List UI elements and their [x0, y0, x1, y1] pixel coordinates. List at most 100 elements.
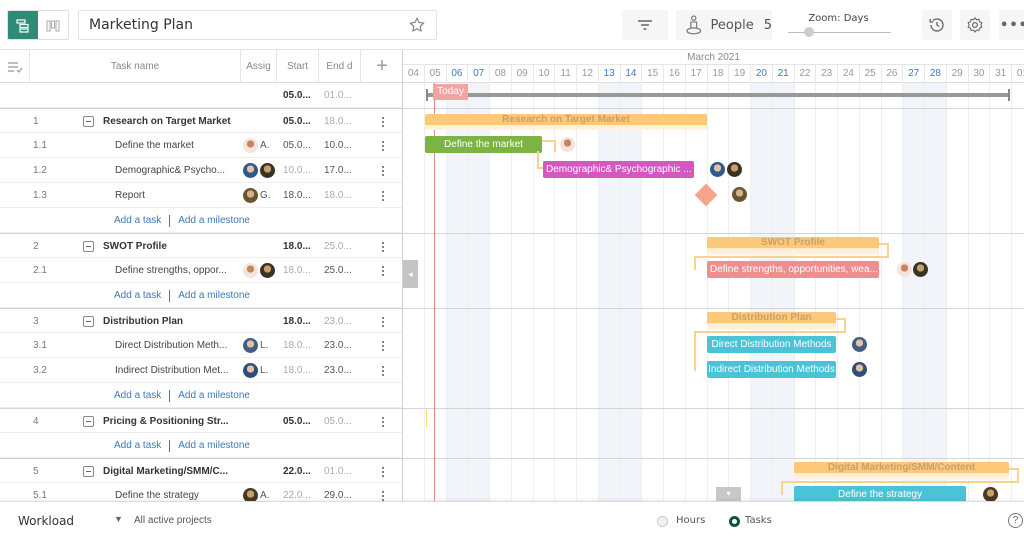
- row-menu-button[interactable]: [378, 358, 388, 383]
- row-menu-button[interactable]: [378, 133, 388, 158]
- project-bar[interactable]: Digital Marketing/SMM/Content: [794, 462, 1009, 473]
- zoom-slider-handle[interactable]: [804, 27, 814, 37]
- add-task-link[interactable]: Add a task: [114, 215, 161, 226]
- task-row[interactable]: 5.1 Define the strategy A. 22.0... 29.0.…: [0, 483, 402, 501]
- task-row[interactable]: 3.1 Direct Distribution Meth... L. 18.0.…: [0, 333, 402, 358]
- history-button[interactable]: [922, 10, 952, 40]
- day-column: [729, 83, 751, 501]
- tasks-radio[interactable]: [729, 516, 740, 527]
- row-number: 2: [33, 241, 39, 252]
- row-menu-button[interactable]: [378, 258, 388, 283]
- task-bar[interactable]: Define the market: [425, 136, 542, 153]
- task-bar[interactable]: Define the strategy: [794, 486, 966, 501]
- task-row[interactable]: 1.2 Demographic& Psycho... 10.0... 17.0.…: [0, 158, 402, 183]
- project-row[interactable]: 1 Research on Target Market 05.0... 18.0…: [0, 108, 402, 134]
- row-menu-button[interactable]: [378, 309, 388, 334]
- avatar: [243, 263, 258, 278]
- project-row[interactable]: 3 Distribution Plan 18.0... 23.0...: [0, 308, 402, 334]
- task-name: Define strengths, oppor...: [115, 265, 227, 276]
- task-bar[interactable]: Indirect Distribution Methods: [707, 361, 836, 378]
- add-row: Add a task Add a milestone: [0, 208, 402, 233]
- avatar: [727, 162, 742, 177]
- row-menu-button[interactable]: [378, 333, 388, 358]
- collapse-icon[interactable]: [83, 416, 94, 427]
- collapse-icon[interactable]: [83, 241, 94, 252]
- hours-radio[interactable]: [657, 516, 668, 527]
- row-menu-button[interactable]: [378, 409, 388, 434]
- project-row[interactable]: 2 SWOT Profile 18.0... 25.0...: [0, 233, 402, 259]
- kebab-icon: [382, 164, 384, 177]
- kebab-icon: [382, 240, 384, 253]
- scroll-to-task-button[interactable]: ▾: [716, 487, 741, 501]
- task-name: Direct Distribution Meth...: [115, 340, 228, 351]
- add-task-link[interactable]: Add a task: [114, 290, 161, 301]
- workload-label[interactable]: Workload: [18, 514, 74, 528]
- task-bar[interactable]: Direct Distribution Methods: [707, 336, 836, 353]
- column-start[interactable]: Start: [277, 50, 319, 83]
- column-end[interactable]: End d: [319, 50, 361, 83]
- project-row[interactable]: 4 Pricing & Positioning Str... 05.0... 0…: [0, 408, 402, 434]
- grid-menu-button[interactable]: [0, 50, 30, 83]
- people-button[interactable]: People 5: [676, 10, 772, 40]
- star-icon[interactable]: [408, 16, 426, 34]
- caret-down-icon[interactable]: ▼: [114, 514, 123, 524]
- row-menu-button[interactable]: [378, 158, 388, 183]
- project-bar[interactable]: SWOT Profile: [707, 237, 879, 248]
- help-icon[interactable]: ?: [1008, 513, 1023, 528]
- row-menu-button[interactable]: [378, 109, 388, 134]
- settings-button[interactable]: [960, 10, 990, 40]
- column-task-name[interactable]: Task name: [30, 50, 241, 83]
- add-milestone-link[interactable]: Add a milestone: [178, 440, 250, 451]
- milestone-row[interactable]: 1.3 Report G. 18.0... 18.0...: [0, 183, 402, 208]
- board-view-button[interactable]: [38, 11, 68, 39]
- collapse-grid-handle[interactable]: ◂: [403, 260, 418, 288]
- add-column-button[interactable]: +: [361, 50, 402, 83]
- add-milestone-link[interactable]: Add a milestone: [178, 390, 250, 401]
- add-task-link[interactable]: Add a task: [114, 390, 161, 401]
- day-label: 30: [969, 65, 991, 83]
- collapse-icon[interactable]: [83, 116, 94, 127]
- start-date: 18.0...: [283, 365, 311, 376]
- task-bar[interactable]: Define strengths, opportunities, wea...: [707, 261, 879, 278]
- avatar: [710, 162, 725, 177]
- kebab-icon: [382, 364, 384, 377]
- task-row[interactable]: 3.2 Indirect Distribution Met... L. 18.0…: [0, 358, 402, 383]
- project-bar[interactable]: Distribution Plan: [707, 312, 836, 323]
- gantt-view-button[interactable]: [8, 11, 38, 39]
- avatar: [560, 137, 575, 152]
- task-row[interactable]: 2.1 Define strengths, oppor... 18.0... 2…: [0, 258, 402, 283]
- add-milestone-link[interactable]: Add a milestone: [178, 215, 250, 226]
- add-row: Add a task Add a milestone: [0, 433, 402, 458]
- day-column: [751, 83, 773, 501]
- filter-button[interactable]: [622, 10, 668, 40]
- project-title-field[interactable]: Marketing Plan: [78, 10, 437, 40]
- day-column: [903, 83, 925, 501]
- row-menu-button[interactable]: [378, 483, 388, 501]
- row-menu-button[interactable]: [378, 183, 388, 208]
- tasks-label: Tasks: [745, 515, 772, 526]
- task-row[interactable]: 1.1 Define the market A. 05.0... 10.0...: [0, 133, 402, 158]
- row-menu-button[interactable]: [378, 234, 388, 259]
- add-milestone-link[interactable]: Add a milestone: [178, 290, 250, 301]
- project-bar[interactable]: Research on Target Market: [425, 114, 707, 125]
- avatar: [243, 363, 258, 378]
- add-task-link[interactable]: Add a task: [114, 440, 161, 451]
- zoom-label: Zoom: Days: [808, 13, 869, 24]
- projects-filter[interactable]: All active projects: [134, 515, 212, 526]
- more-button[interactable]: •••: [999, 10, 1024, 40]
- day-label: 23: [816, 65, 838, 83]
- project-title: Marketing Plan: [89, 17, 194, 33]
- row-menu-button[interactable]: [378, 459, 388, 484]
- filter-icon: [638, 20, 652, 30]
- task-name: Research on Target Market: [103, 116, 231, 127]
- grid-header: Task name Assig Start End d +: [0, 50, 402, 83]
- chevron-down-icon: ▾: [726, 489, 731, 498]
- row-number: 3: [33, 316, 39, 327]
- column-assignee[interactable]: Assig: [241, 50, 277, 83]
- top-toolbar: Marketing Plan People 5 Zoom: Days •••: [0, 0, 1024, 50]
- task-bar[interactable]: Demographic& Psychographic ...: [543, 161, 694, 178]
- collapse-icon[interactable]: [83, 466, 94, 477]
- day-column: [816, 83, 838, 501]
- collapse-icon[interactable]: [83, 316, 94, 327]
- project-row[interactable]: 5 Digital Marketing/SMM/C... 22.0... 01.…: [0, 458, 402, 484]
